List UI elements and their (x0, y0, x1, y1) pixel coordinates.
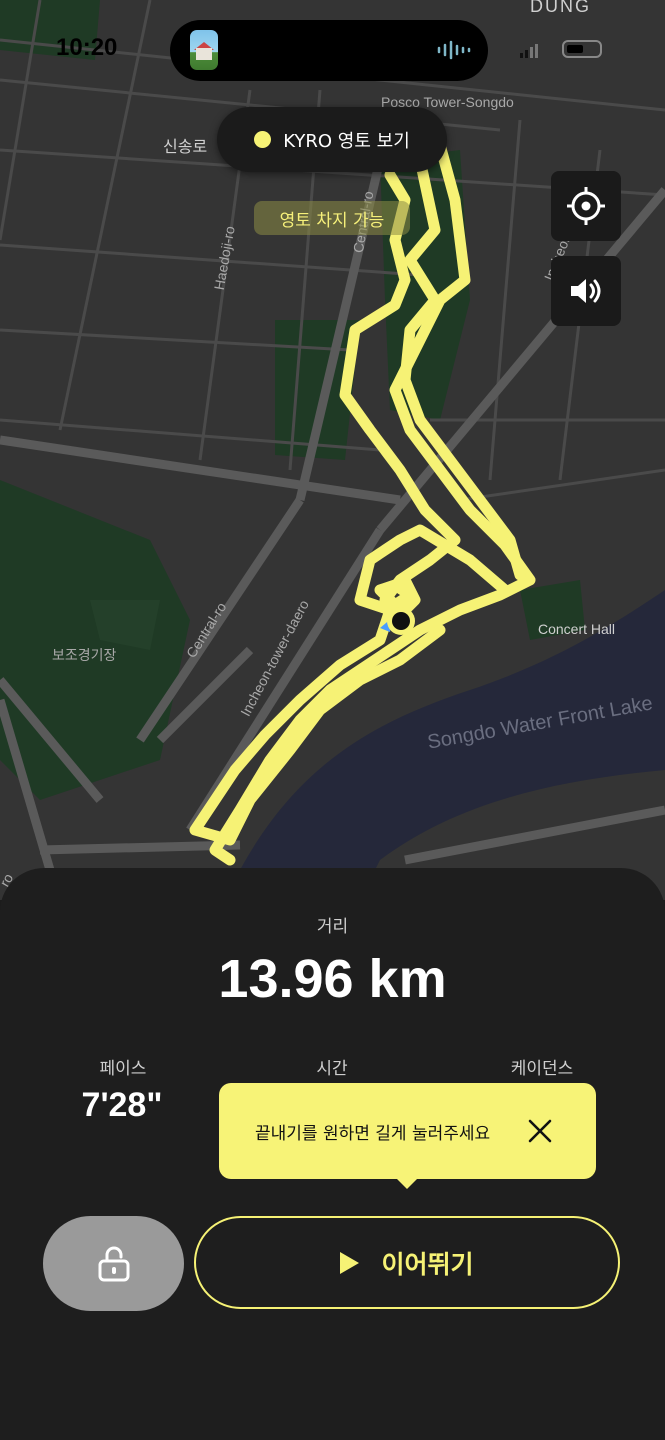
long-press-tooltip: 끝내기를 원하면 길게 눌러주세요 (219, 1083, 596, 1189)
resume-run-label: 이어뛰기 (381, 1249, 474, 1279)
recenter-button[interactable] (551, 171, 621, 241)
distance-label: 거리 (316, 917, 349, 937)
pace-label: 페이스 (99, 1059, 147, 1079)
territory-dot-icon (254, 131, 272, 148)
map-label-concert-hall: Concert Hall (538, 621, 616, 637)
cell-signal-icon (520, 44, 538, 58)
audio-waveform-icon (437, 40, 471, 60)
status-time: 10:20 (56, 34, 118, 61)
pace-value: 7'28" (81, 1086, 163, 1124)
speaker-icon (571, 279, 601, 303)
dynamic-island[interactable] (170, 20, 488, 81)
sound-toggle-button[interactable] (551, 256, 621, 326)
time-label: 시간 (316, 1059, 348, 1079)
resume-run-button[interactable]: 이어뛰기 (194, 1216, 620, 1309)
crosshair-icon (567, 187, 605, 225)
territory-capture-badge: 영토 차지 가능 (254, 201, 410, 235)
territory-view-label: KYRO 영토 보기 (283, 130, 410, 152)
tooltip-arrow (396, 1178, 418, 1189)
now-playing-artwork-icon (190, 30, 218, 70)
current-location-marker (392, 612, 410, 630)
distance-value: 13.96 km (218, 949, 447, 1009)
close-icon[interactable] (522, 1113, 558, 1149)
map-label-bojo: 보조경기장 (52, 647, 117, 663)
tooltip-text: 끝내기를 원하면 길게 눌러주세요 (255, 1124, 491, 1144)
battery-icon (562, 40, 602, 58)
lock-button[interactable] (43, 1216, 184, 1311)
cadence-label: 케이던스 (510, 1059, 574, 1079)
play-icon (340, 1251, 360, 1274)
unlock-icon (98, 1246, 129, 1281)
territory-view-button[interactable]: KYRO 영토 보기 (217, 107, 447, 172)
map-label-sinsongro: 신송로 (163, 139, 208, 156)
map-label-dong: DUNG (530, 0, 591, 16)
